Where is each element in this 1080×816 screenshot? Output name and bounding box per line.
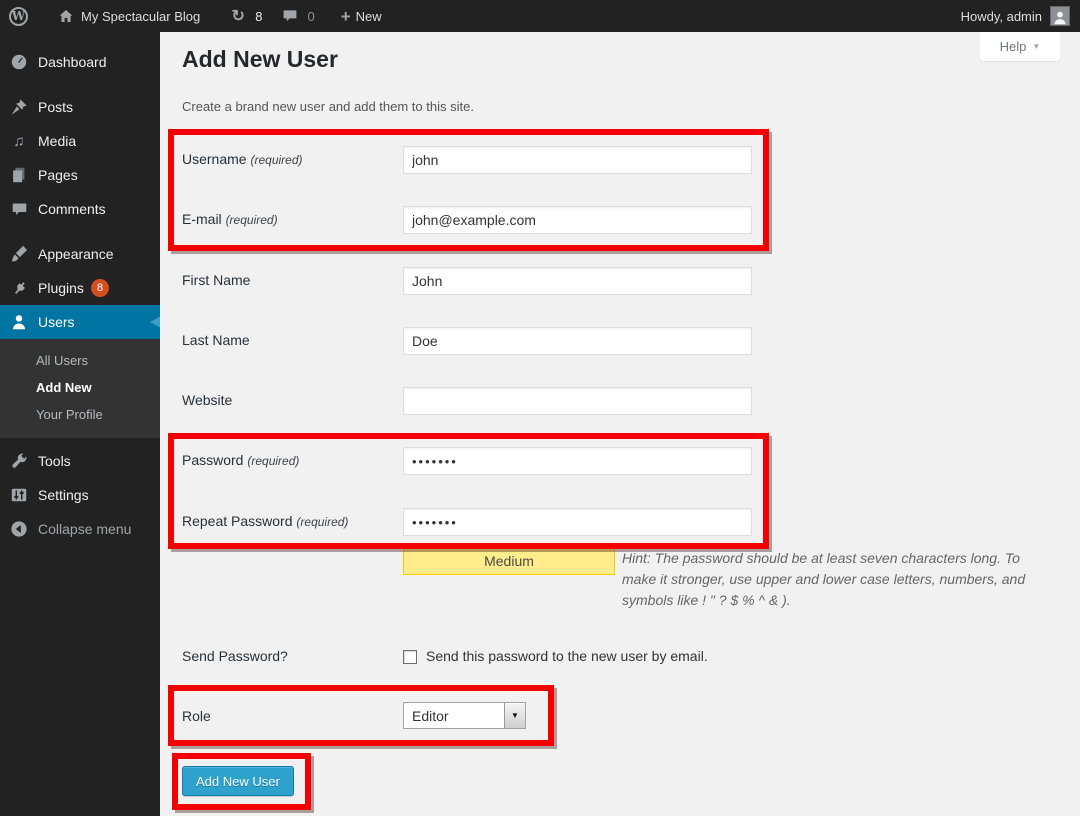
- password-label: Password (required): [182, 452, 392, 468]
- comments-icon: [9, 199, 29, 219]
- sidebar-item-tools[interactable]: Tools: [0, 444, 160, 478]
- admin-bar: W My Spectacular Blog ↻ 8 0 + New Howdy,…: [0, 0, 1080, 32]
- send-password-checkbox-label: Send this password to the new user by em…: [426, 648, 708, 664]
- sidebar-item-label: Plugins: [38, 280, 84, 296]
- role-select-value: Editor: [404, 708, 504, 724]
- submenu-item-add-new[interactable]: Add New: [0, 374, 160, 401]
- website-field[interactable]: [403, 387, 752, 415]
- submenu-item-your-profile[interactable]: Your Profile: [0, 401, 160, 428]
- sidebar-item-comments[interactable]: Comments: [0, 192, 160, 226]
- username-field[interactable]: [403, 146, 752, 174]
- dropdown-arrow-icon: ▼: [504, 703, 525, 728]
- new-content-link[interactable]: + New: [332, 0, 391, 32]
- username-label: Username (required): [182, 151, 392, 167]
- site-name-label: My Spectacular Blog: [81, 9, 200, 24]
- submenu-item-all-users[interactable]: All Users: [0, 347, 160, 374]
- last-name-label: Last Name: [182, 332, 392, 348]
- howdy-admin-link[interactable]: Howdy, admin: [961, 9, 1042, 24]
- home-icon: [56, 6, 76, 26]
- plus-icon: +: [341, 8, 351, 25]
- first-name-label: First Name: [182, 272, 392, 288]
- sidebar-item-settings[interactable]: Settings: [0, 478, 160, 512]
- updates-count: 8: [255, 9, 262, 24]
- updates-link[interactable]: ↻ 8: [219, 0, 271, 32]
- first-name-field[interactable]: [403, 267, 752, 295]
- email-label: E-mail (required): [182, 211, 392, 227]
- add-new-user-button[interactable]: Add New User: [182, 766, 294, 796]
- sidebar-item-label: Settings: [38, 487, 89, 503]
- pin-icon: [9, 97, 29, 117]
- page-description: Create a brand new user and add them to …: [182, 99, 474, 114]
- comments-link[interactable]: 0: [271, 0, 323, 32]
- sidebar-item-label: Media: [38, 133, 76, 149]
- repeat-password-field[interactable]: [403, 508, 752, 536]
- role-select[interactable]: Editor ▼: [403, 702, 526, 729]
- send-password-label: Send Password?: [182, 648, 392, 664]
- comment-bubble-icon: [280, 6, 300, 26]
- collapse-icon: [9, 519, 29, 539]
- appearance-icon: [9, 244, 29, 264]
- settings-icon: [9, 485, 29, 505]
- hint-wrap-spacer: [345, 548, 622, 592]
- users-submenu: All Users Add New Your Profile: [0, 339, 160, 438]
- avatar[interactable]: [1050, 6, 1070, 26]
- password-hint: Hint: The password should be at least se…: [345, 548, 1037, 611]
- pages-icon: [9, 165, 29, 185]
- password-field[interactable]: [403, 447, 752, 475]
- last-name-field[interactable]: [403, 327, 752, 355]
- updates-icon: ↻: [228, 6, 248, 26]
- sidebar-item-label: Users: [38, 314, 75, 330]
- admin-sidebar: Dashboard Posts ♫ Media Pages Comments A…: [0, 32, 160, 816]
- sidebar-item-users[interactable]: Users: [0, 305, 160, 339]
- users-icon: [9, 312, 29, 332]
- send-password-checkbox[interactable]: [403, 650, 417, 664]
- sidebar-item-plugins[interactable]: Plugins 8: [0, 271, 160, 305]
- page-title: Add New User: [182, 46, 338, 73]
- sidebar-item-media[interactable]: ♫ Media: [0, 124, 160, 158]
- sidebar-item-pages[interactable]: Pages: [0, 158, 160, 192]
- comments-count: 0: [307, 9, 314, 24]
- tools-icon: [9, 451, 29, 471]
- collapse-menu-button[interactable]: Collapse menu: [0, 512, 160, 546]
- sidebar-item-label: Posts: [38, 99, 73, 115]
- wp-logo-menu[interactable]: W: [0, 0, 37, 32]
- new-label: New: [356, 9, 382, 24]
- sidebar-item-appearance[interactable]: Appearance: [0, 237, 160, 271]
- plugins-update-badge: 8: [91, 279, 109, 297]
- help-button[interactable]: Help ▼: [980, 32, 1060, 61]
- sidebar-item-label: Comments: [38, 201, 106, 217]
- sidebar-item-label: Appearance: [38, 246, 114, 262]
- sidebar-item-label: Pages: [38, 167, 78, 183]
- sidebar-item-dashboard[interactable]: Dashboard: [0, 45, 160, 79]
- sidebar-item-label: Collapse menu: [38, 521, 131, 537]
- role-label: Role: [182, 708, 392, 724]
- dashboard-icon: [9, 52, 29, 72]
- main-content: Help ▼ Add New User Create a brand new u…: [160, 32, 1080, 816]
- website-label: Website: [182, 392, 392, 408]
- email-field[interactable]: [403, 206, 752, 234]
- media-icon: ♫: [9, 131, 29, 151]
- sidebar-item-label: Tools: [38, 453, 71, 469]
- wordpress-logo-icon: W: [9, 7, 28, 26]
- chevron-down-icon: ▼: [1032, 42, 1040, 51]
- sidebar-item-label: Dashboard: [38, 54, 107, 70]
- sidebar-item-posts[interactable]: Posts: [0, 90, 160, 124]
- site-name-link[interactable]: My Spectacular Blog: [47, 0, 209, 32]
- plugins-icon: [9, 278, 29, 298]
- help-label: Help: [1000, 39, 1027, 54]
- repeat-password-label: Repeat Password (required): [182, 513, 392, 529]
